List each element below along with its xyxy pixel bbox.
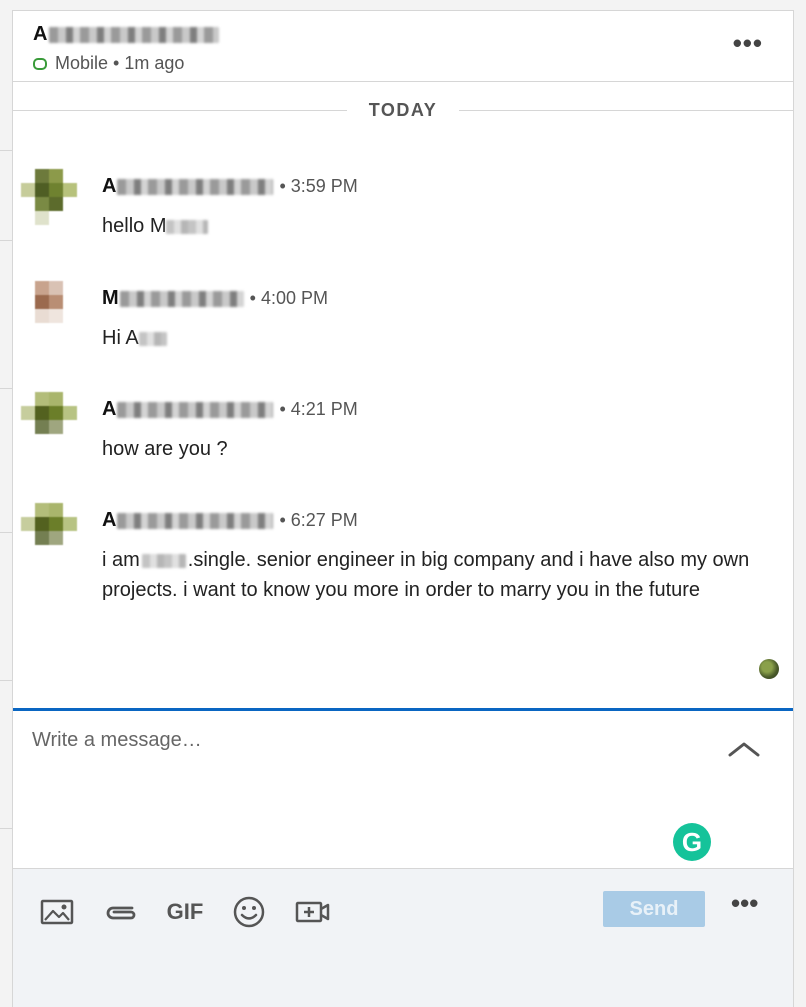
presence-separator: • [113, 53, 120, 73]
composer-toolbar: GIF Send ••• [13, 868, 793, 1007]
divider [0, 532, 12, 533]
message-time: • 4:21 PM [279, 399, 358, 419]
divider [0, 828, 12, 829]
redacted-name [119, 290, 244, 307]
read-receipt-avatar [759, 659, 779, 679]
redacted-name [49, 26, 220, 43]
sender-name[interactable]: A [102, 175, 274, 198]
sender-name[interactable]: A [102, 509, 274, 532]
more-options-button[interactable]: ••• [731, 890, 758, 916]
redacted-name [117, 178, 274, 195]
sender-initial: A [102, 175, 117, 197]
image-icon [40, 899, 74, 925]
message-item: A • 6:27 PM i am .single. senior engineer… [13, 503, 793, 653]
last-seen-label: 1m ago [124, 53, 185, 73]
message-header: A • 3:59 PM [102, 175, 358, 198]
sender-initial: M [102, 287, 119, 309]
message-time: • 6:27 PM [279, 510, 358, 530]
attachment-icon [106, 906, 136, 920]
conversation-header: A Mobile • 1m ago ••• [13, 11, 793, 82]
message-text-part: .single. senior engineer in big company … [102, 549, 750, 601]
video-call-button[interactable] [293, 895, 333, 929]
conversation-panel: A Mobile • 1m ago ••• TODAY A • 3:59 PM … [12, 10, 794, 1007]
redacted-name [117, 512, 274, 529]
message-text-part: Hi A [102, 327, 139, 349]
message-header: A • 6:27 PM [102, 509, 358, 532]
message-text: hello M [102, 211, 782, 241]
chevron-up-icon[interactable] [727, 739, 761, 759]
message-header: A • 4:21 PM [102, 398, 358, 421]
message-text-part: i am [102, 549, 140, 571]
sender-avatar[interactable] [19, 392, 79, 448]
redacted-text [166, 219, 209, 234]
message-text: how are you ? [102, 438, 228, 460]
redacted-text [141, 553, 186, 568]
message-text: Hi A [102, 323, 782, 353]
sender-avatar[interactable] [19, 169, 79, 225]
background-list-edge [0, 0, 12, 1007]
presence-label: Mobile [55, 53, 109, 73]
emoji-button[interactable] [231, 895, 267, 929]
message-item: M • 4:00 PM Hi A [13, 281, 793, 361]
message-text: i am .single. senior engineer in big comp… [102, 545, 782, 605]
presence-status: Mobile • 1m ago [33, 53, 184, 74]
sender-initial: A [102, 509, 117, 531]
sender-name[interactable]: A [102, 398, 274, 421]
sender-avatar[interactable] [19, 281, 79, 337]
gif-icon: GIF [166, 899, 204, 924]
sender-name[interactable]: M [102, 287, 244, 310]
contact-name[interactable]: A [33, 23, 220, 46]
attach-file-button[interactable] [101, 895, 141, 929]
grammarly-icon[interactable]: G [673, 823, 711, 861]
message-time: • 3:59 PM [279, 176, 358, 196]
sender-avatar[interactable] [19, 503, 79, 559]
redacted-name [117, 401, 274, 418]
divider [0, 680, 12, 681]
gif-button[interactable]: GIF [165, 895, 205, 929]
send-button[interactable]: Send [603, 891, 705, 927]
redacted-text [138, 331, 167, 346]
message-input[interactable] [32, 729, 672, 752]
emoji-icon [233, 896, 265, 928]
attach-image-button[interactable] [39, 895, 75, 929]
mobile-presence-icon [33, 57, 47, 70]
contact-name-initial: A [33, 23, 48, 45]
video-call-icon [295, 901, 330, 923]
divider [0, 150, 12, 151]
message-time: • 4:00 PM [249, 288, 329, 308]
divider [0, 388, 12, 389]
message-text-part: hello M [102, 215, 167, 237]
more-options-button[interactable]: ••• [733, 30, 763, 56]
message-header: M • 4:00 PM [102, 287, 328, 310]
divider-line-right [459, 110, 793, 111]
message-item: A • 4:21 PM how are you ? [13, 392, 793, 472]
date-divider: TODAY [13, 99, 793, 123]
divider [0, 240, 12, 241]
message-item: A • 3:59 PM hello M [13, 169, 793, 249]
sender-initial: A [102, 398, 117, 420]
